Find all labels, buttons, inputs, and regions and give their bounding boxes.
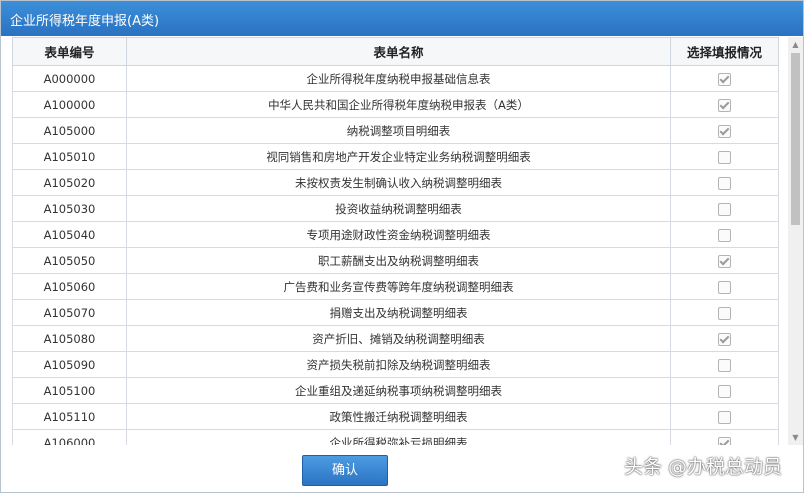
form-code-cell: A105040 bbox=[12, 221, 127, 248]
form-code-cell: A000000 bbox=[12, 65, 127, 92]
form-code-cell: A105000 bbox=[12, 117, 127, 144]
form-select-checkbox[interactable] bbox=[718, 72, 731, 86]
selection-cell bbox=[670, 403, 779, 430]
selection-cell bbox=[670, 429, 779, 445]
table-row: A105060 广告费和业务宣传费等跨年度纳税调整明细表 bbox=[12, 273, 779, 300]
form-select-checkbox[interactable] bbox=[718, 332, 731, 346]
form-select-checkbox[interactable] bbox=[718, 98, 731, 112]
selection-cell bbox=[670, 65, 779, 92]
selection-cell bbox=[670, 299, 779, 326]
table-row: A105010 视同销售和房地产开发企业特定业务纳税调整明细表 bbox=[12, 143, 779, 170]
form-select-checkbox[interactable] bbox=[718, 280, 731, 294]
form-name-cell: 捐赠支出及纳税调整明细表 bbox=[126, 299, 671, 326]
table-row: A105020 未按权责发生制确认收入纳税调整明细表 bbox=[12, 169, 779, 196]
form-code-cell: A105080 bbox=[12, 325, 127, 352]
form-code-cell: A105100 bbox=[12, 377, 127, 404]
form-code-cell: A105070 bbox=[12, 299, 127, 326]
declaration-dialog: 企业所得税年度申报(A类) 表单编号 表单名称 选择填报情况 A000000 企业… bbox=[0, 0, 804, 493]
selection-cell bbox=[670, 117, 779, 144]
form-code-cell: A105110 bbox=[12, 403, 127, 430]
selection-cell bbox=[670, 169, 779, 196]
selection-cell bbox=[670, 377, 779, 404]
form-code-cell: A105030 bbox=[12, 195, 127, 222]
form-select-checkbox[interactable] bbox=[718, 410, 731, 424]
selection-cell bbox=[670, 91, 779, 118]
form-name-cell: 纳税调整项目明细表 bbox=[126, 117, 671, 144]
table-row: A106000 企业所得税弥补亏损明细表 bbox=[12, 429, 779, 445]
form-select-checkbox[interactable] bbox=[718, 228, 731, 242]
form-name-cell: 未按权责发生制确认收入纳税调整明细表 bbox=[126, 169, 671, 196]
table-row: A105090 资产损失税前扣除及纳税调整明细表 bbox=[12, 351, 779, 378]
form-name-cell: 企业所得税年度纳税申报基础信息表 bbox=[126, 65, 671, 92]
selection-cell bbox=[670, 195, 779, 222]
column-header-selection: 选择填报情况 bbox=[670, 37, 779, 66]
form-name-cell: 企业所得税弥补亏损明细表 bbox=[126, 429, 671, 445]
form-code-cell: A106000 bbox=[12, 429, 127, 445]
form-code-cell: A105060 bbox=[12, 273, 127, 300]
watermark-text: 头条 @办税总动员 bbox=[624, 456, 783, 478]
table-row: A105000 纳税调整项目明细表 bbox=[12, 117, 779, 144]
form-code-cell: A105050 bbox=[12, 247, 127, 274]
form-select-checkbox[interactable] bbox=[718, 150, 731, 164]
table-row: A100000 中华人民共和国企业所得税年度纳税申报表（A类） bbox=[12, 91, 779, 118]
form-name-cell: 职工薪酬支出及纳税调整明细表 bbox=[126, 247, 671, 274]
table-header-row: 表单编号 表单名称 选择填报情况 bbox=[12, 37, 779, 66]
table-row: A105050 职工薪酬支出及纳税调整明细表 bbox=[12, 247, 779, 274]
confirm-button[interactable]: 确认 bbox=[302, 455, 388, 486]
column-header-code: 表单编号 bbox=[12, 37, 127, 66]
selection-cell bbox=[670, 351, 779, 378]
form-select-checkbox[interactable] bbox=[718, 254, 731, 268]
form-selection-table: 表单编号 表单名称 选择填报情况 A000000 企业所得税年度纳税申报基础信息表… bbox=[12, 37, 779, 445]
form-name-cell: 中华人民共和国企业所得税年度纳税申报表（A类） bbox=[126, 91, 671, 118]
form-select-checkbox[interactable] bbox=[718, 124, 731, 138]
form-select-checkbox[interactable] bbox=[718, 358, 731, 372]
selection-cell bbox=[670, 325, 779, 352]
form-name-cell: 资产折旧、摊销及纳税调整明细表 bbox=[126, 325, 671, 352]
table-row: A000000 企业所得税年度纳税申报基础信息表 bbox=[12, 65, 779, 92]
form-name-cell: 视同销售和房地产开发企业特定业务纳税调整明细表 bbox=[126, 143, 671, 170]
form-name-cell: 政策性搬迁纳税调整明细表 bbox=[126, 403, 671, 430]
form-name-cell: 资产损失税前扣除及纳税调整明细表 bbox=[126, 351, 671, 378]
table-row: A105080 资产折旧、摊销及纳税调整明细表 bbox=[12, 325, 779, 352]
form-code-cell: A105090 bbox=[12, 351, 127, 378]
scroll-down-arrow-icon[interactable]: ▼ bbox=[788, 430, 803, 445]
form-name-cell: 专项用途财政性资金纳税调整明细表 bbox=[126, 221, 671, 248]
form-select-checkbox[interactable] bbox=[718, 384, 731, 398]
form-code-cell: A100000 bbox=[12, 91, 127, 118]
form-name-cell: 广告费和业务宣传费等跨年度纳税调整明细表 bbox=[126, 273, 671, 300]
selection-cell bbox=[670, 247, 779, 274]
form-select-checkbox[interactable] bbox=[718, 202, 731, 216]
table-scrollbar[interactable]: ▲ ▼ bbox=[788, 37, 803, 445]
form-select-checkbox[interactable] bbox=[718, 306, 731, 320]
table-row: A105030 投资收益纳税调整明细表 bbox=[12, 195, 779, 222]
scroll-up-arrow-icon[interactable]: ▲ bbox=[788, 37, 803, 52]
table-row: A105070 捐赠支出及纳税调整明细表 bbox=[12, 299, 779, 326]
scrollbar-thumb[interactable] bbox=[791, 53, 800, 225]
table-row: A105100 企业重组及递延纳税事项纳税调整明细表 bbox=[12, 377, 779, 404]
dialog-title: 企业所得税年度申报(A类) bbox=[10, 14, 160, 29]
form-code-cell: A105010 bbox=[12, 143, 127, 170]
form-name-cell: 企业重组及递延纳税事项纳税调整明细表 bbox=[126, 377, 671, 404]
table-row: A105110 政策性搬迁纳税调整明细表 bbox=[12, 403, 779, 430]
dialog-titlebar: 企业所得税年度申报(A类) bbox=[1, 1, 803, 36]
form-name-cell: 投资收益纳税调整明细表 bbox=[126, 195, 671, 222]
selection-cell bbox=[670, 221, 779, 248]
selection-cell bbox=[670, 143, 779, 170]
form-select-checkbox[interactable] bbox=[718, 436, 731, 445]
table-row: A105040 专项用途财政性资金纳税调整明细表 bbox=[12, 221, 779, 248]
column-header-name: 表单名称 bbox=[126, 37, 671, 66]
form-table-container: 表单编号 表单名称 选择填报情况 A000000 企业所得税年度纳税申报基础信息表… bbox=[12, 37, 788, 445]
selection-cell bbox=[670, 273, 779, 300]
form-code-cell: A105020 bbox=[12, 169, 127, 196]
form-select-checkbox[interactable] bbox=[718, 176, 731, 190]
